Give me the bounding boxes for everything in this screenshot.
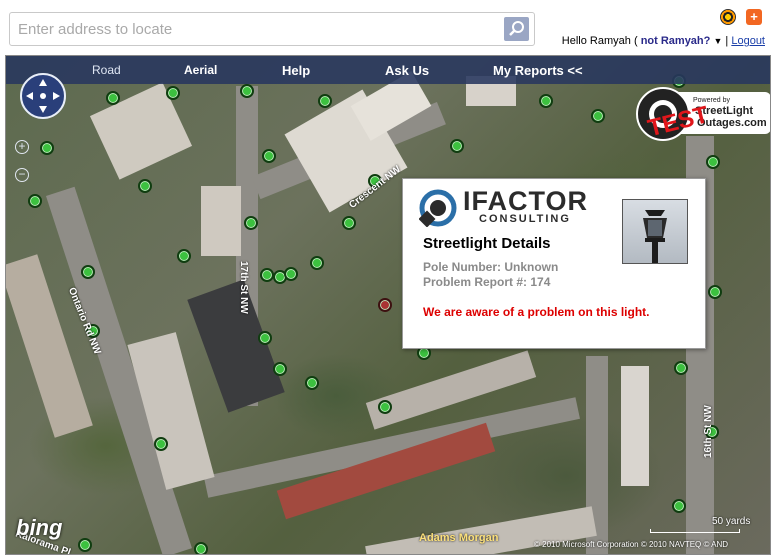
streetlight-marker-reported[interactable]: [378, 298, 392, 312]
zoom-in-button[interactable]: +: [15, 140, 29, 154]
popup-title: Streetlight Details: [423, 235, 551, 252]
ifactor-mark-icon: [419, 189, 457, 227]
building: [187, 279, 285, 413]
chevron-down-icon[interactable]: ▼: [713, 36, 722, 46]
streetlight-marker[interactable]: [450, 139, 464, 153]
map-copyright: © 2010 Microsoft Corporation © 2010 NAVT…: [534, 540, 729, 549]
pan-compass[interactable]: [20, 73, 66, 119]
streetlight-marker[interactable]: [81, 265, 95, 279]
building: [621, 366, 649, 486]
bing-logo: bing: [16, 515, 63, 540]
not-me-link[interactable]: not Ramyah?: [641, 35, 711, 47]
my-reports-link[interactable]: My Reports <<: [493, 63, 583, 78]
streetlight-marker[interactable]: [194, 542, 208, 554]
streetlight-marker[interactable]: [706, 155, 720, 169]
map-view[interactable]: Crescent NW 17th St NW Ontario Rd NW 16t…: [5, 55, 771, 555]
problem-alert: We are aware of a problem on this light.: [423, 305, 650, 319]
streetlight-marker[interactable]: [138, 179, 152, 193]
streetlight-marker[interactable]: [674, 361, 688, 375]
street-label: 17th St NW: [238, 261, 249, 314]
streetlight-marker[interactable]: [310, 256, 324, 270]
street-label: 16th St NW: [703, 405, 714, 458]
neighborhood-label: Adams Morgan: [419, 532, 499, 544]
building: [201, 186, 241, 256]
streetlight-marker[interactable]: [154, 437, 168, 451]
streetlight-photo: [622, 199, 688, 264]
streetlight-marker[interactable]: [708, 285, 722, 299]
streetlight-marker[interactable]: [305, 376, 319, 390]
search-button[interactable]: [504, 17, 529, 41]
streetlight-marker[interactable]: [672, 499, 686, 513]
streetlight-marker[interactable]: [318, 94, 332, 108]
streetlight-marker[interactable]: [240, 84, 254, 98]
greeting-text: Hello Ramyah: [561, 35, 631, 47]
scale-label: 50 yards: [712, 516, 751, 527]
streetlight-popup: IFACTOR CONSULTING Streetlight Details P…: [402, 178, 706, 349]
aerial-view-tab[interactable]: Aerial: [184, 63, 217, 77]
street-lamp-icon: [643, 210, 667, 263]
streetlight-outages-badge[interactable]: Powered by StreetLight Outages.com TEST: [635, 86, 771, 142]
user-line: Hello Ramyah ( not Ramyah? ▼ | Logout: [562, 35, 765, 47]
streetlight-marker[interactable]: [273, 362, 287, 376]
streetlight-marker[interactable]: [106, 91, 120, 105]
scale-bar: [650, 529, 740, 533]
streetlight-marker[interactable]: [378, 400, 392, 414]
streetlight-marker[interactable]: [284, 267, 298, 281]
streetlight-marker[interactable]: [166, 86, 180, 100]
logo-sub: CONSULTING: [479, 213, 571, 225]
road-view-tab[interactable]: Road: [92, 63, 121, 77]
streetlight-marker[interactable]: [342, 216, 356, 230]
streetlight-marker[interactable]: [78, 538, 92, 552]
search-icon: [509, 21, 524, 36]
top-bar: + Hello Ramyah ( not Ramyah? ▼ | Logout: [0, 0, 776, 55]
compass-arrows-icon: [26, 79, 60, 113]
problem-report-number: Problem Report #: 174: [423, 275, 551, 289]
logout-link[interactable]: Logout: [731, 35, 765, 47]
target-icon[interactable]: [720, 9, 736, 25]
streetlight-marker[interactable]: [260, 268, 274, 282]
streetlight-marker[interactable]: [591, 109, 605, 123]
address-search-input[interactable]: [10, 13, 500, 45]
streetlight-marker[interactable]: [539, 94, 553, 108]
pole-number: Pole Number: Unknown: [423, 260, 559, 274]
help-link[interactable]: Help: [282, 63, 310, 78]
zoom-out-button[interactable]: −: [15, 168, 29, 182]
streetlight-marker[interactable]: [262, 149, 276, 163]
logo-name: IFACTOR: [463, 186, 589, 216]
ask-us-link[interactable]: Ask Us: [385, 63, 429, 78]
streetlight-marker[interactable]: [258, 331, 272, 345]
separator: |: [725, 35, 729, 47]
streetlight-marker[interactable]: [28, 194, 42, 208]
address-search: [9, 12, 535, 46]
top-icons: +: [720, 9, 762, 25]
ifactor-logo: IFACTOR CONSULTING: [419, 187, 589, 227]
streetlight-marker[interactable]: [40, 141, 54, 155]
open-paren: (: [633, 35, 638, 47]
streetlight-marker[interactable]: [244, 216, 258, 230]
add-icon[interactable]: +: [746, 9, 762, 25]
nav-bar: Road Aerial Help Ask Us My Reports <<: [6, 56, 770, 84]
streetlight-marker[interactable]: [177, 249, 191, 263]
